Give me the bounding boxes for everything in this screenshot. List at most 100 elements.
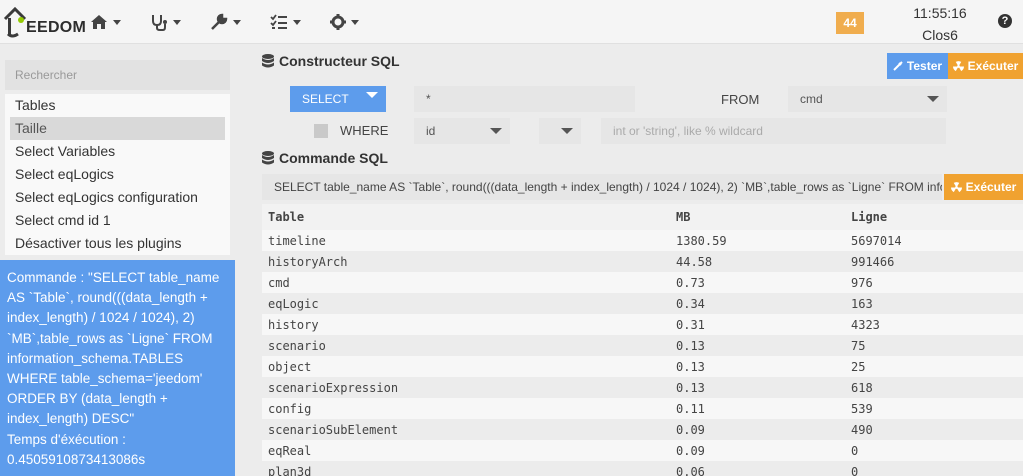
test-button-label: Tester	[906, 59, 943, 73]
database-icon	[262, 151, 274, 165]
column-header-mb: MB	[670, 204, 845, 230]
table-row: scenarioExpression 0.13 618	[262, 377, 1023, 398]
table-cell-rows: 5697014	[845, 230, 1023, 251]
table-row: timeline 1380.59 5697014	[262, 230, 1023, 251]
results-table: Table MB Ligne timeline 1380.59 5697014 his…	[262, 204, 1023, 476]
chevron-down-icon	[366, 92, 378, 98]
search-input[interactable]	[5, 60, 230, 90]
nav-tools-menu[interactable]	[210, 10, 241, 34]
builder-execute-label: Exécuter	[967, 59, 1019, 73]
where-operator-select[interactable]	[539, 118, 581, 144]
table-cell-name: plan3d	[262, 461, 670, 476]
sidebar-item-select-variables[interactable]: Select Variables	[5, 140, 230, 163]
table-row: history 0.31 4323	[262, 314, 1023, 335]
table-cell-mb: 0.11	[670, 398, 845, 419]
from-label: FROM	[721, 92, 760, 107]
table-cell-name: historyArch	[262, 251, 670, 272]
results-body: timeline 1380.59 5697014 historyArch 44.58 99…	[262, 230, 1023, 476]
command-execute-label: Exécuter	[965, 180, 1017, 194]
table-row: object 0.13 25	[262, 356, 1023, 377]
table-cell-name: object	[262, 356, 670, 377]
gear-icon	[330, 14, 346, 30]
table-cell-rows: 0	[845, 440, 1023, 461]
sidebar-item-select-cmd-id[interactable]: Select cmd id 1	[5, 209, 230, 232]
table-cell-mb: 0.09	[670, 440, 845, 461]
table-cell-rows: 25	[845, 356, 1023, 377]
builder-title: Constructeur SQL	[262, 53, 400, 69]
table-cell-mb: 0.34	[670, 293, 845, 314]
table-cell-rows: 4323	[845, 314, 1023, 335]
chevron-down-icon	[293, 19, 301, 25]
chevron-down-icon	[351, 19, 359, 25]
table-cell-mb: 0.09	[670, 419, 845, 440]
where-value-input[interactable]: int or 'string', like % wildcard	[601, 118, 946, 144]
command-execute-button[interactable]: Exécuter	[944, 174, 1023, 200]
table-cell-name: scenarioExpression	[262, 377, 670, 398]
table-cell-mb: 0.13	[670, 335, 845, 356]
table-header-row: Table MB Ligne	[262, 204, 1023, 230]
table-cell-rows: 539	[845, 398, 1023, 419]
table-cell-rows: 75	[845, 335, 1023, 356]
table-cell-rows: 991466	[845, 251, 1023, 272]
sidebar-item-taille[interactable]: Taille	[10, 117, 225, 140]
chevron-down-icon	[490, 128, 502, 134]
database-icon	[262, 54, 274, 68]
select-type-label: SELECT	[302, 92, 349, 106]
sidebar-menu: Tables Taille Select Variables Select eq…	[5, 94, 230, 255]
table-cell-mb: 44.58	[670, 251, 845, 272]
table-cell-name: scenario	[262, 335, 670, 356]
wrench-icon	[211, 13, 228, 30]
clock-widget: 11:55:16 Clos6	[900, 4, 980, 44]
select-type-dropdown[interactable]: SELECT	[290, 86, 386, 112]
table-cell-mb: 0.13	[670, 377, 845, 398]
jeedom-logo[interactable]: EEDOM	[2, 4, 86, 40]
clock-time: 11:55:16	[913, 5, 967, 21]
nav-analysis-menu[interactable]	[150, 10, 181, 34]
nav-tasks-menu[interactable]	[270, 10, 301, 34]
command-title-text: Commande SQL	[279, 150, 388, 166]
chevron-down-icon	[173, 19, 181, 25]
logo-text: EEDOM	[26, 19, 87, 36]
table-row: scenario 0.13 75	[262, 335, 1023, 356]
table-cell-name: cmd	[262, 272, 670, 293]
from-table-select[interactable]: cmd	[788, 86, 947, 112]
nav-home-menu[interactable]	[90, 10, 121, 34]
where-checkbox[interactable]	[314, 124, 328, 138]
where-field-value: id	[426, 124, 436, 138]
select-columns-input[interactable]: *	[414, 86, 635, 112]
sidebar-item-tables[interactable]: Tables	[5, 94, 230, 117]
table-cell-rows: 618	[845, 377, 1023, 398]
chevron-down-icon	[113, 19, 121, 25]
radiation-icon	[952, 60, 964, 71]
result-command-text: Commande : "SELECT table_name AS `Table`…	[7, 270, 220, 427]
table-cell-name: scenarioSubElement	[262, 419, 670, 440]
sidebar-item-select-eqlogics-configuration[interactable]: Select eqLogics configuration	[5, 186, 230, 209]
house-logo-icon	[3, 6, 27, 38]
sidebar-item-disable-plugins[interactable]: Désactiver tous les plugins	[5, 232, 230, 255]
table-cell-name: history	[262, 314, 670, 335]
table-row: eqReal 0.09 0	[262, 440, 1023, 461]
flask-icon	[893, 61, 903, 71]
table-cell-mb: 1380.59	[670, 230, 845, 251]
table-cell-rows: 163	[845, 293, 1023, 314]
chevron-down-icon	[233, 19, 241, 25]
where-label: WHERE	[340, 123, 389, 138]
chevron-down-icon	[927, 96, 939, 102]
test-button[interactable]: Tester	[887, 53, 948, 79]
where-field-select[interactable]: id	[414, 118, 510, 144]
message-count-badge[interactable]: 44	[836, 12, 864, 34]
from-table-value: cmd	[800, 92, 823, 106]
builder-execute-button[interactable]: Exécuter	[948, 53, 1023, 79]
chevron-down-icon	[561, 128, 573, 134]
help-icon[interactable]: ?	[998, 14, 1012, 28]
table-cell-mb: 0.13	[670, 356, 845, 377]
table-row: historyArch 44.58 991466	[262, 251, 1023, 272]
table-cell-name: eqLogic	[262, 293, 670, 314]
table-cell-rows: 976	[845, 272, 1023, 293]
sidebar-item-select-eqlogics[interactable]: Select eqLogics	[5, 163, 230, 186]
sql-command-input[interactable]: SELECT table_name AS `Table`, round(((da…	[262, 174, 942, 200]
result-time-text: Temps d'éxécution : 0.4505910873413086s	[7, 431, 146, 467]
table-row: config 0.11 539	[262, 398, 1023, 419]
nav-settings-menu[interactable]	[330, 10, 359, 34]
table-cell-mb: 0.31	[670, 314, 845, 335]
